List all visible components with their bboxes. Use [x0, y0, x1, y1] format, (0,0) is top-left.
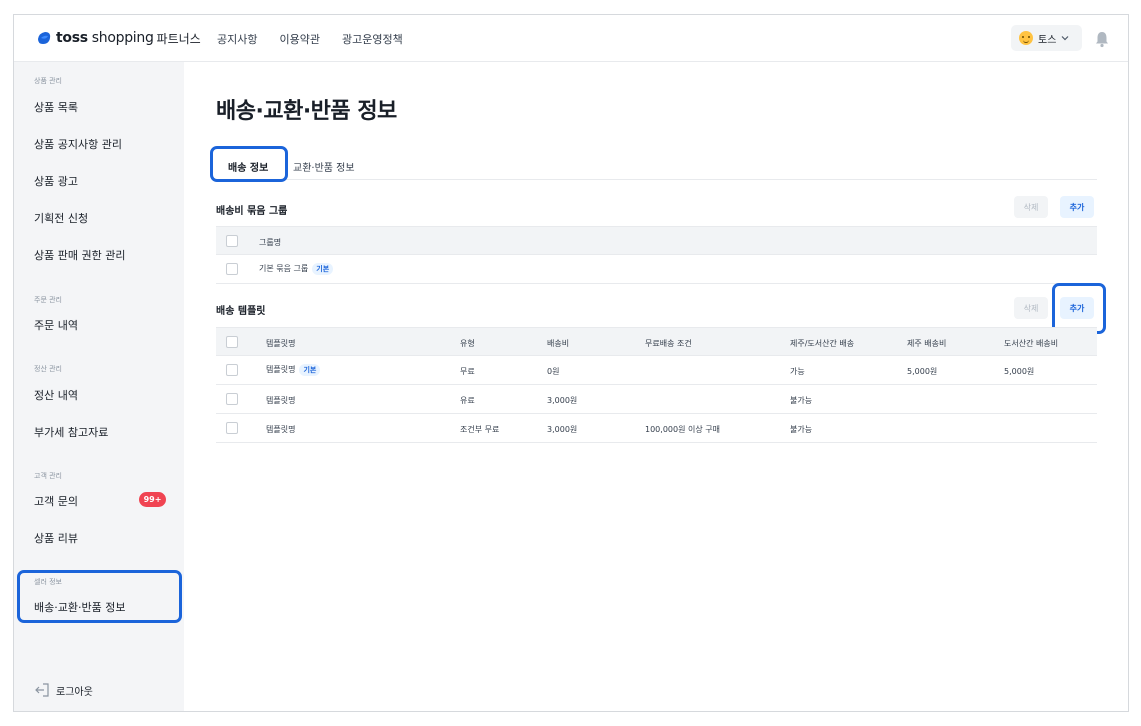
column-header-jeju-fee: 제주 배송비 — [907, 339, 947, 348]
chevron-down-icon — [1061, 36, 1069, 41]
row-checkbox[interactable] — [226, 393, 238, 405]
page-title: 배송·교환·반품 정보 — [216, 99, 397, 124]
column-header-free-condition: 무료배송 조건 — [645, 339, 692, 348]
column-header-fee: 배송비 — [547, 339, 570, 348]
top-bar: toss shopping 파트너스 공지사항 이용약관 광고운영정책 토스 — [14, 15, 1128, 62]
select-all-checkbox[interactable] — [226, 336, 238, 348]
column-header-remote-fee: 도서산간 배송비 — [1004, 339, 1059, 348]
column-header-template-name: 템플릿명 — [266, 339, 296, 348]
sidebar-section-order: 주문 관리 — [34, 296, 62, 304]
top-nav: 공지사항 이용약관 광고운영정책 — [217, 31, 403, 47]
bell-icon[interactable] — [1094, 30, 1110, 48]
group-delete-button[interactable]: 삭제 — [1014, 196, 1048, 218]
select-all-checkbox[interactable] — [226, 235, 238, 247]
island-shipping-cell: 가능 — [790, 367, 805, 376]
sidebar-item-settlement[interactable]: 정산 내역 — [34, 387, 78, 403]
logo[interactable]: toss shopping 파트너스 — [36, 28, 201, 48]
tab-bar: 배송 정보 교환·반품 정보 — [216, 150, 1097, 180]
sidebar-item-product-ad[interactable]: 상품 광고 — [34, 173, 78, 189]
type-cell: 무료 — [460, 367, 475, 376]
user-menu-button[interactable]: 토스 — [1011, 25, 1082, 51]
sidebar-section-product: 상품 관리 — [34, 77, 62, 85]
nav-notice[interactable]: 공지사항 — [217, 31, 257, 47]
column-header-island-shipping: 제주/도서산간 배송 — [790, 339, 855, 348]
sidebar-item-exhibition[interactable]: 기획전 신청 — [34, 210, 88, 226]
fee-cell: 3,000원 — [547, 425, 578, 434]
column-header-group-name: 그룹명 — [259, 238, 282, 247]
app-window: toss shopping 파트너스 공지사항 이용약관 광고운영정책 토스 상… — [13, 14, 1129, 712]
logout-label: 로그아웃 — [56, 686, 93, 698]
highlight-sidebar-item — [17, 570, 182, 623]
nav-ad-policy[interactable]: 광고운영정책 — [342, 31, 403, 47]
user-name: 토스 — [1038, 34, 1057, 46]
brand-partners: 파트너스 — [156, 31, 201, 46]
default-tag: 기본 — [312, 263, 334, 275]
highlight-active-tab — [210, 146, 288, 182]
free-condition-cell: 100,000원 이상 구매 — [645, 425, 720, 434]
sidebar-item-product-notice[interactable]: 상품 공지사항 관리 — [34, 136, 122, 152]
fee-cell: 3,000원 — [547, 396, 578, 405]
row-checkbox[interactable] — [226, 364, 238, 376]
nav-terms[interactable]: 이용약관 — [279, 31, 319, 47]
fee-cell: 0원 — [547, 367, 560, 376]
template-name-cell: 템플릿명 기본 — [266, 364, 321, 376]
sidebar-item-vat[interactable]: 부가세 참고자료 — [34, 424, 108, 440]
sidebar-section-settlement: 정산 관리 — [34, 365, 62, 373]
table-row[interactable]: 템플릿명 조건부 무료 3,000원 100,000원 이상 구매 불가능 — [216, 414, 1097, 443]
type-cell: 조건부 무료 — [460, 425, 500, 434]
toss-logo-icon — [38, 32, 51, 44]
table-row[interactable]: 템플릿명 기본 무료 0원 가능 5,000원 5,000원 — [216, 356, 1097, 385]
row-checkbox[interactable] — [226, 422, 238, 434]
avatar-emoji-icon — [1019, 31, 1033, 45]
sidebar-item-sales-permission[interactable]: 상품 판매 권한 관리 — [34, 247, 125, 263]
default-tag: 기본 — [299, 364, 321, 376]
template-name-cell: 템플릿명 — [266, 425, 296, 434]
sidebar-section-customer: 고객 관리 — [34, 472, 62, 480]
table-row[interactable]: 템플릿명 유료 3,000원 불가능 — [216, 385, 1097, 414]
brand-name: toss — [56, 30, 88, 46]
template-delete-button[interactable]: 삭제 — [1014, 297, 1048, 319]
tab-exchange-return-info[interactable]: 교환·반품 정보 — [293, 159, 355, 174]
template-table: 템플릿명 유형 배송비 무료배송 조건 제주/도서산간 배송 제주 배송비 도서… — [216, 327, 1097, 443]
logout-button[interactable]: 로그아웃 — [34, 682, 93, 698]
brand-sub: shopping — [91, 30, 154, 46]
sidebar-item-product-list[interactable]: 상품 목록 — [34, 99, 78, 115]
type-cell: 유료 — [460, 396, 475, 405]
sidebar-item-inquiry[interactable]: 고객 문의 — [34, 493, 78, 509]
sidebar-item-review[interactable]: 상품 리뷰 — [34, 530, 78, 546]
remote-fee-cell: 5,000원 — [1004, 367, 1035, 376]
sidebar-item-orders[interactable]: 주문 내역 — [34, 317, 78, 333]
island-shipping-cell: 불가능 — [790, 425, 813, 434]
table-header-row: 템플릿명 유형 배송비 무료배송 조건 제주/도서산간 배송 제주 배송비 도서… — [216, 327, 1097, 356]
template-name-cell: 템플릿명 — [266, 396, 296, 405]
group-name-cell: 기본 묶음 그룹 기본 — [259, 263, 334, 275]
inquiry-count-badge: 99+ — [139, 492, 166, 507]
logout-icon — [35, 683, 49, 697]
group-add-button[interactable]: 추가 — [1060, 196, 1094, 218]
table-row[interactable]: 기본 묶음 그룹 기본 — [216, 255, 1097, 284]
column-header-type: 유형 — [460, 339, 475, 348]
table-header-row: 그룹명 — [216, 226, 1097, 255]
template-section-title: 배송 템플릿 — [216, 306, 266, 317]
group-table: 그룹명 기본 묶음 그룹 기본 — [216, 226, 1097, 284]
island-shipping-cell: 불가능 — [790, 396, 813, 405]
row-checkbox[interactable] — [226, 263, 238, 275]
jeju-fee-cell: 5,000원 — [907, 367, 938, 376]
group-section-title: 배송비 묶음 그룹 — [216, 206, 288, 217]
